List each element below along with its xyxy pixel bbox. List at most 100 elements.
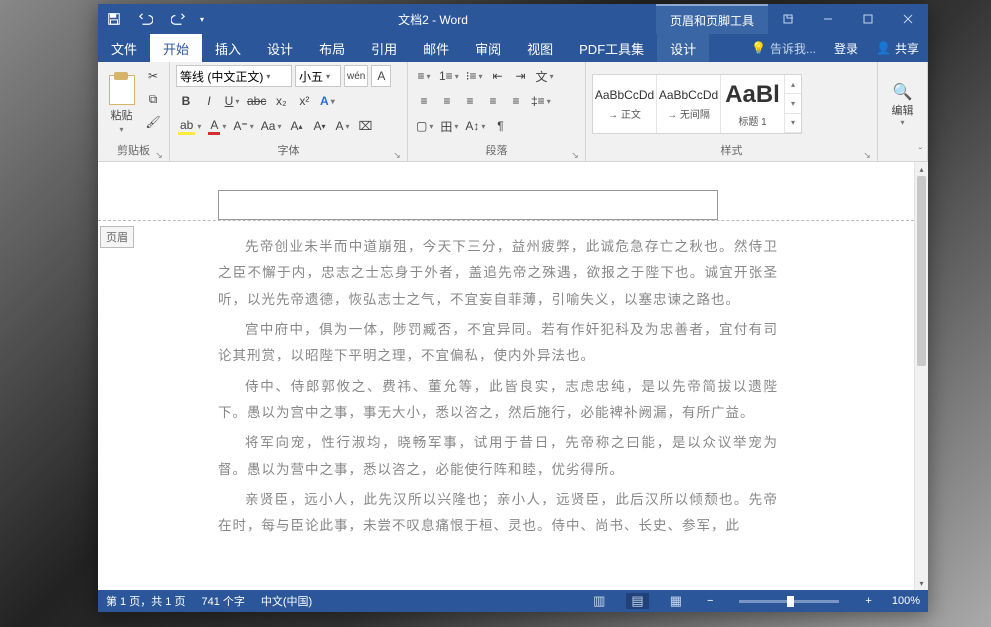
font-launcher[interactable]: ↘ [391,147,403,159]
line-spacing-button[interactable]: ‡≡ [529,90,553,112]
font-family-select[interactable]: 等线 (中文正文)▾ [176,65,292,87]
status-language[interactable]: 中文(中国) [261,593,312,609]
increase-indent-button[interactable]: ⇥ [511,65,531,87]
grow-font-button[interactable]: A▴ [286,115,306,137]
zoom-slider-thumb[interactable] [787,596,794,607]
view-read-mode[interactable]: ▥ [588,593,610,609]
scroll-down-button[interactable]: ▾ [915,576,928,590]
style-normal[interactable]: AaBbCcDd→ 正文 [593,75,657,133]
cut-button[interactable]: ✂ [143,65,163,87]
view-print-layout[interactable]: ▤ [626,593,648,609]
paragraph[interactable]: 侍中、侍郎郭攸之、费祎、董允等，此皆良实，志虑忠纯，是以先帝简拔以遗陛下。愚以为… [218,374,778,427]
document-area[interactable]: 页眉 先帝创业未半而中道崩殂，今天下三分，益州疲弊，此诚危急存亡之秋也。然侍卫之… [98,162,928,590]
status-words[interactable]: 741 个字 [201,593,244,609]
paragraph[interactable]: 亲贤臣，远小人，此先汉所以兴隆也；亲小人，远贤臣，此后汉所以倾颓也。先帝在时，每… [218,487,778,540]
enclose-button[interactable]: Aa [259,115,284,137]
bullets-button[interactable]: ≡ [414,65,434,87]
clipboard-launcher[interactable]: ↘ [153,147,165,159]
paste-button[interactable]: 粘贴 ▾ [104,65,139,143]
login-button[interactable]: 登录 [825,34,867,62]
scroll-thumb[interactable] [917,176,926,366]
status-page[interactable]: 第 1 页，共 1 页 [106,593,185,609]
group-clipboard-label: 剪贴板 [117,145,150,157]
superscript-button[interactable]: x² [294,90,314,112]
show-marks-button[interactable]: ¶ [490,115,510,137]
shading-button[interactable]: ▢ [414,115,435,137]
font-size-select[interactable]: 小五▾ [295,65,341,87]
ribbon-display-options[interactable] [768,4,808,34]
redo-button[interactable] [162,4,194,34]
align-justify-button[interactable]: ≡ [483,90,503,112]
undo-button[interactable] [130,4,162,34]
decrease-indent-button[interactable]: ⇤ [488,65,508,87]
paragraph[interactable]: 先帝创业未半而中道崩殂，今天下三分，益州疲弊，此诚危急存亡之秋也。然侍卫之臣不懈… [218,234,778,313]
sort-button[interactable]: A↕ [463,115,487,137]
underline-button[interactable]: U [222,90,242,112]
align-right-button[interactable]: ≡ [460,90,480,112]
char-shading-button[interactable]: A⁼ [231,115,255,137]
tell-me-search[interactable]: 💡告诉我... [742,34,825,62]
highlight-button[interactable]: ab [176,115,203,137]
subscript-button[interactable]: x₂ [271,90,291,112]
view-web-layout[interactable]: ▦ [665,593,687,609]
close-button[interactable] [888,4,928,34]
bold-button[interactable]: B [176,90,196,112]
phonetic-guide-button[interactable]: wén [344,65,368,87]
tab-home[interactable]: 开始 [150,34,202,62]
asian-layout-button[interactable]: 文 [534,65,556,87]
qat-customize[interactable]: ▾ [194,4,210,34]
styles-up[interactable]: ▴ [785,75,801,94]
zoom-slider[interactable] [739,600,839,603]
styles-down[interactable]: ▾ [785,94,801,113]
tab-pdf[interactable]: PDF工具集 [566,34,657,62]
collapse-ribbon-button[interactable]: ˇ [919,147,922,158]
style-heading1[interactable]: AaBl标题 1 [721,75,785,133]
paragraph-launcher[interactable]: ↘ [569,147,581,159]
clear-formatting-button[interactable]: ⌧ [355,115,375,137]
paragraph[interactable]: 宫中府中，俱为一体，陟罚臧否，不宜异同。若有作奸犯科及为忠善者，宜付有司论其刑赏… [218,317,778,370]
style-no-spacing[interactable]: AaBbCcDd→ 无间隔 [657,75,721,133]
zoom-in-button[interactable]: + [861,595,875,607]
italic-button[interactable]: I [199,90,219,112]
share-button[interactable]: 👤共享 [867,34,928,62]
align-distribute-button[interactable]: ≡ [506,90,526,112]
tab-file[interactable]: 文件 [98,34,150,62]
align-center-button[interactable]: ≡ [437,90,457,112]
tab-references[interactable]: 引用 [358,34,410,62]
tab-design[interactable]: 设计 [254,34,306,62]
zoom-out-button[interactable]: − [703,595,717,607]
maximize-button[interactable] [848,4,888,34]
scroll-up-button[interactable]: ▴ [915,162,928,176]
document-title: 文档2 - Word [210,11,656,28]
header-separator [98,220,914,221]
find-button[interactable]: 🔍 编辑 ▾ [884,82,921,127]
styles-launcher[interactable]: ↘ [861,147,873,159]
format-painter-button[interactable]: 🖌 [143,111,163,133]
font-color-button[interactable]: A [206,115,228,137]
text-effects-button[interactable]: A [317,90,337,112]
strikethrough-button[interactable]: abc [245,90,268,112]
zoom-level[interactable]: 100% [892,595,920,607]
save-button[interactable] [98,4,130,34]
header-tag: 页眉 [100,226,134,248]
borders-button[interactable]: 田 [438,115,460,137]
shrink-font-button[interactable]: A▾ [309,115,329,137]
vertical-scrollbar[interactable]: ▴ ▾ [914,162,928,590]
numbering-button[interactable]: 1≡ [437,65,461,87]
align-left-button[interactable]: ≡ [414,90,434,112]
tab-review[interactable]: 审阅 [462,34,514,62]
copy-button[interactable]: ⧉ [143,88,163,110]
tab-layout[interactable]: 布局 [306,34,358,62]
styles-more[interactable]: ▾ [785,114,801,133]
page-header-box[interactable] [218,190,718,220]
quick-access-toolbar: ▾ [98,4,210,34]
multilevel-button[interactable]: ⁝≡ [464,65,485,87]
change-case-button[interactable]: A [332,115,352,137]
tab-view[interactable]: 视图 [514,34,566,62]
tab-header-footer-design[interactable]: 设计 [657,34,709,62]
paragraph[interactable]: 将军向宠，性行淑均，晓畅军事，试用于昔日，先帝称之曰能，是以众议举宠为督。愚以为… [218,430,778,483]
tab-mailings[interactable]: 邮件 [410,34,462,62]
minimize-button[interactable] [808,4,848,34]
char-border-button[interactable]: A [371,65,391,87]
tab-insert[interactable]: 插入 [202,34,254,62]
